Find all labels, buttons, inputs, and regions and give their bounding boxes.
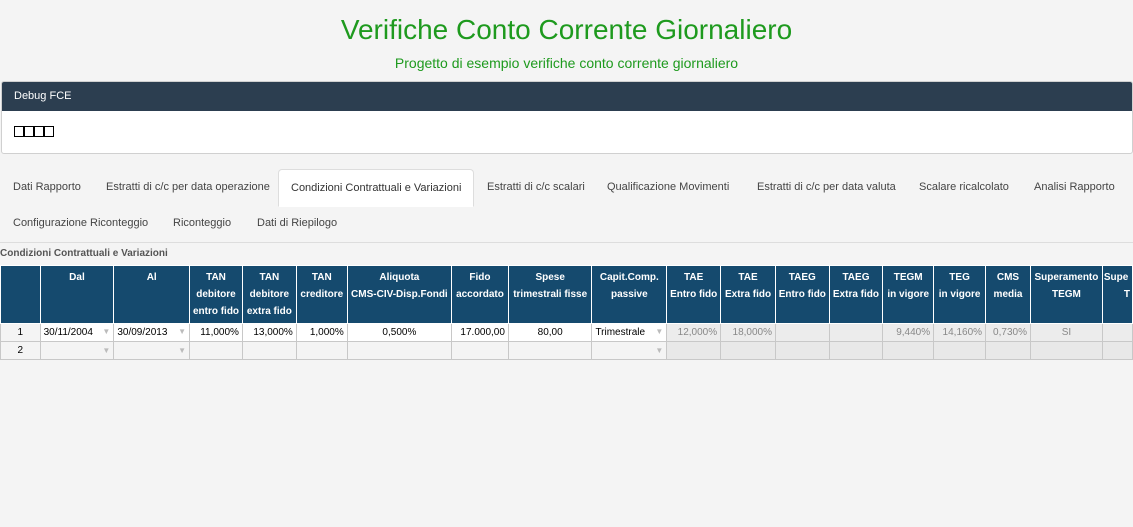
column-header-dal[interactable]: Dal (39, 265, 115, 324)
page-subtitle: Progetto di esempio verifiche conto corr… (394, 55, 739, 71)
column-header-taeg-extra[interactable]: TAEG Extra fido (828, 265, 884, 324)
column-header-tan-entro-fido[interactable]: TAN debitore entro fido (189, 265, 243, 324)
page-title: Verifiche Conto Corrente Giornaliero (340, 14, 793, 45)
dropdown-arrow-icon[interactable]: ▼ (655, 327, 663, 336)
dropdown-arrow-icon[interactable]: ▼ (178, 346, 186, 355)
column-header-cms[interactable]: CMS media (985, 265, 1031, 324)
column-header-superamento[interactable]: Superamento TEGM (1029, 265, 1103, 324)
tae-entro-cell: 12,000% (666, 323, 722, 342)
tab-bar: Dati Rapporto Estratti di c/c per data o… (0, 168, 1133, 243)
al-cell[interactable]: ▼ (113, 341, 191, 360)
grid-header-row: Dal Al TAN debitore entro fido TAN debitore… (0, 265, 1133, 324)
tan-creditore-cell[interactable] (295, 341, 348, 360)
table-row: 1 30/11/2004 ▼ 30/09/2013 ▼ 11,000% 13,000… (0, 323, 1133, 342)
column-header-tae-entro[interactable]: TAE Entro fido (666, 265, 722, 324)
column-header-tegm[interactable]: TEGM in vigore (882, 265, 935, 324)
superamento-cell: SI (1029, 323, 1103, 342)
column-header-aliquota[interactable]: Aliquota CMS-CIV-Disp.Fondi (346, 265, 453, 324)
al-cell[interactable]: 30/09/2013 ▼ (113, 323, 191, 342)
teg-cell (933, 341, 987, 360)
tab-analisi-rapporto[interactable]: Analisi Rapporto (1022, 169, 1127, 205)
tab-condizioni-contrattuali[interactable]: Condizioni Contrattuali e Variazioni (278, 169, 475, 207)
tab-configurazione-riconteggio[interactable]: Configurazione Riconteggio (1, 205, 160, 241)
dropdown-arrow-icon[interactable]: ▼ (655, 346, 663, 355)
tab-estratti-scalari[interactable]: Estratti di c/c scalari (475, 169, 597, 205)
placeholder-glyph-icon (24, 126, 34, 137)
fido-cell[interactable]: 17.000,00 (451, 323, 509, 342)
dropdown-arrow-icon[interactable]: ▼ (102, 346, 110, 355)
column-header-tae-extra[interactable]: TAE Extra fido (720, 265, 776, 324)
conditions-grid: Dal Al TAN debitore entro fido TAN debitore… (0, 265, 1133, 360)
column-header-tan-creditore[interactable]: TAN creditore (295, 265, 348, 324)
placeholder-glyph-icon (34, 126, 44, 137)
taeg-extra-cell (828, 323, 884, 342)
debug-panel-body (2, 111, 1132, 153)
tan-creditore-cell[interactable]: 1,000% (295, 323, 348, 342)
section-label: Condizioni Contrattuali e Variazioni (0, 248, 168, 259)
dropdown-arrow-icon[interactable]: ▼ (178, 327, 186, 336)
placeholder-glyph-icon (44, 126, 54, 137)
row-number: 2 (0, 341, 41, 360)
capit-cell[interactable]: Trimestrale ▼ (591, 323, 668, 342)
taeg-entro-cell (775, 341, 830, 360)
tae-extra-cell: 18,000% (720, 323, 776, 342)
teg-cell: 14,160% (933, 323, 987, 342)
spese-cell[interactable] (507, 341, 593, 360)
tan-entro-cell[interactable] (189, 341, 243, 360)
tan-extra-cell[interactable] (241, 341, 297, 360)
cms-cell: 0,730% (985, 323, 1031, 342)
column-header-tan-extra-fido[interactable]: TAN debitore extra fido (241, 265, 297, 324)
aliquota-cell[interactable] (346, 341, 453, 360)
taeg-entro-cell (775, 323, 830, 342)
tegm-cell (882, 341, 935, 360)
capit-cell[interactable]: ▼ (591, 341, 668, 360)
column-header-rownum (0, 265, 41, 324)
taeg-extra-cell (828, 341, 884, 360)
column-header-spese[interactable]: Spese trimestrali fisse (507, 265, 593, 324)
aliquota-cell[interactable]: 0,500% (346, 323, 453, 342)
column-header-teg[interactable]: TEG in vigore (933, 265, 987, 324)
cms-cell (985, 341, 1031, 360)
column-header-al[interactable]: Al (113, 265, 191, 324)
tab-estratti-data-valuta[interactable]: Estratti di c/c per data valuta (745, 169, 908, 205)
column-header-taeg-entro[interactable]: TAEG Entro fido (775, 265, 830, 324)
debug-panel-title: Debug FCE (2, 82, 1132, 111)
tae-entro-cell (666, 341, 722, 360)
spese-cell[interactable]: 80,00 (507, 323, 593, 342)
table-row: 2 ▼ ▼ ▼ (0, 341, 1133, 360)
column-header-fido[interactable]: Fido accordato (451, 265, 509, 324)
tae-extra-cell (720, 341, 776, 360)
row-number: 1 (0, 323, 41, 342)
placeholder-glyph-icon (14, 126, 24, 137)
dal-cell[interactable]: ▼ (39, 341, 115, 360)
superamento-cell (1029, 341, 1103, 360)
fido-cell[interactable] (451, 341, 509, 360)
tan-entro-cell[interactable]: 11,000% (189, 323, 243, 342)
tab-qualificazione-movimenti[interactable]: Qualificazione Movimenti (595, 169, 741, 205)
tab-dati-di-riepilogo[interactable]: Dati di Riepilogo (245, 205, 349, 241)
column-header-supe-truncated[interactable]: Supe T (1101, 265, 1133, 324)
tab-scalare-ricalcolato[interactable]: Scalare ricalcolato (907, 169, 1021, 205)
tab-riconteggio[interactable]: Riconteggio (161, 205, 243, 241)
tab-dati-rapporto[interactable]: Dati Rapporto (1, 169, 93, 205)
supe-cell (1101, 341, 1133, 360)
tab-estratti-data-operazione[interactable]: Estratti di c/c per data operazione (94, 169, 282, 205)
tan-extra-cell[interactable]: 13,000% (241, 323, 297, 342)
column-header-capit[interactable]: Capit.Comp. passive (591, 265, 668, 324)
tegm-cell: 9,440% (882, 323, 935, 342)
supe-cell (1101, 323, 1133, 342)
dal-cell[interactable]: 30/11/2004 ▼ (39, 323, 115, 342)
debug-panel: Debug FCE (1, 81, 1133, 154)
dropdown-arrow-icon[interactable]: ▼ (102, 327, 110, 336)
